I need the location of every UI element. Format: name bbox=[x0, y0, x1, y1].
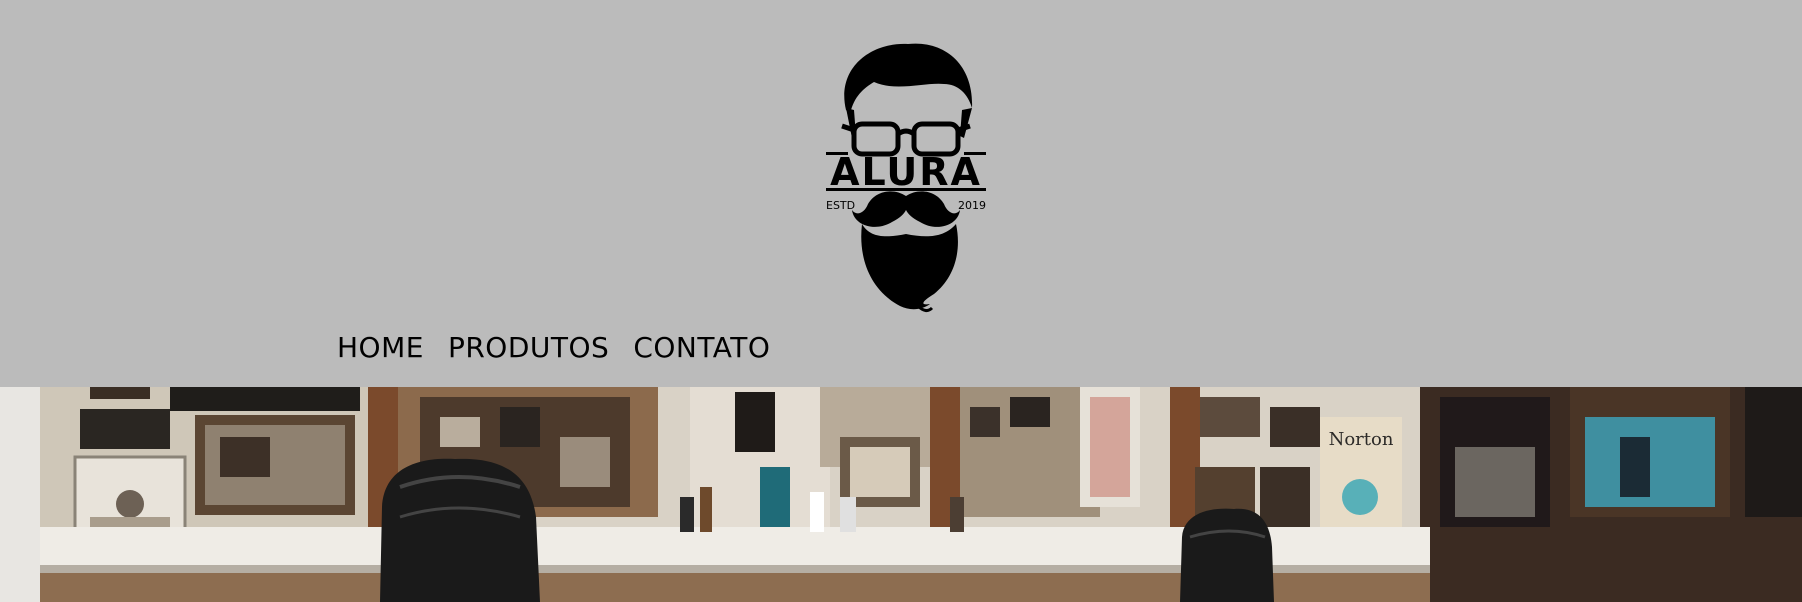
alura-logo[interactable]: ALURA ESTD 2019 bbox=[826, 38, 986, 313]
hero-banner: Norton bbox=[0, 387, 1802, 602]
logo-estd-text: ESTD bbox=[826, 199, 855, 212]
logo-brand-text: ALURA bbox=[830, 150, 982, 194]
logo-year-text: 2019 bbox=[958, 199, 986, 212]
site-header: ALURA ESTD 2019 HOME PRODUTOS CONTATO bbox=[0, 0, 1802, 387]
barbershop-interior-photo: Norton bbox=[0, 387, 1802, 602]
norton-poster-text: Norton bbox=[1329, 429, 1394, 450]
mustache-icon bbox=[852, 191, 960, 227]
main-nav: HOME PRODUTOS CONTATO bbox=[337, 330, 770, 366]
nav-home-link[interactable]: HOME bbox=[337, 330, 424, 366]
barber-chair-left bbox=[380, 458, 540, 602]
beard-shape bbox=[861, 224, 958, 310]
hair-shape bbox=[844, 43, 973, 114]
barber-chair-right bbox=[1180, 508, 1274, 602]
nav-contato-link[interactable]: CONTATO bbox=[633, 330, 770, 366]
nav-produtos-link[interactable]: PRODUTOS bbox=[448, 330, 609, 366]
